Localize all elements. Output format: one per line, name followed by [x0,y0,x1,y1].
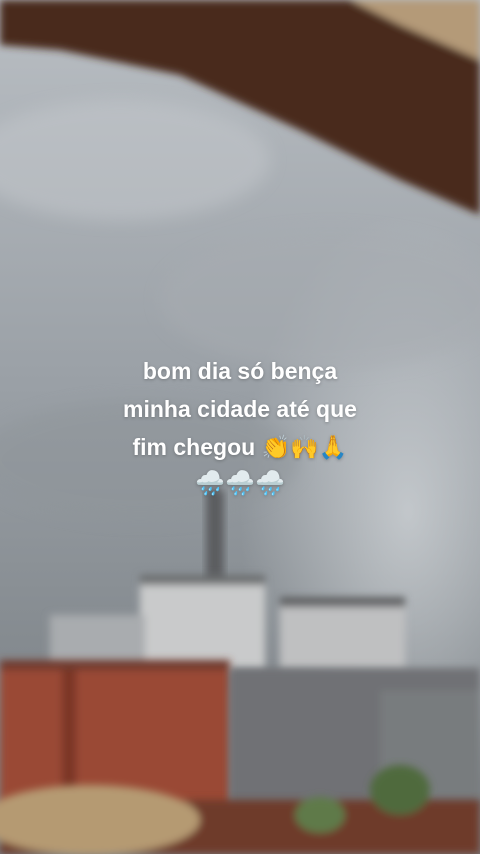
caption-line-1: bom dia só bença [142,358,338,384]
grey-wall [230,668,480,808]
rain-emoji-row: 🌧️🌧️🌧️ [195,470,285,497]
caption-line-3: fim chegou 👏🙌🙏 [132,434,348,460]
story-caption: bom dia só bença minha cidade até que fi… [0,352,480,502]
caption-line-2: minha cidade até que [123,396,357,422]
story-viewer[interactable]: bom dia só bença minha cidade até que fi… [0,0,480,854]
